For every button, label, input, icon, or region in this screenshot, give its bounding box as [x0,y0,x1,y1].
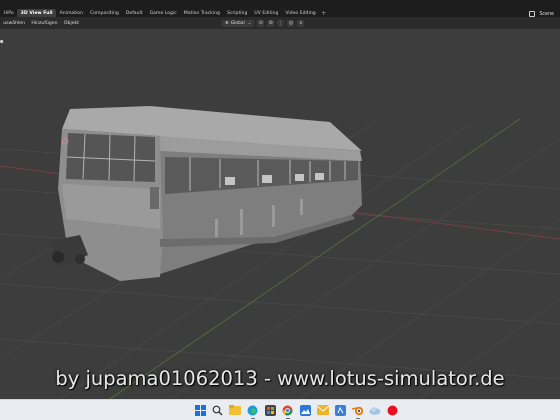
proportional-edit-icon[interactable]: ◎ [287,19,295,27]
windows-start-icon[interactable] [194,404,206,416]
chevron-down-icon: ⌄ [247,20,252,26]
file-explorer-icon[interactable] [229,404,241,416]
photos-icon[interactable] [299,404,311,416]
cloud-icon[interactable] [369,404,381,416]
orientation-icon: ⊕ [225,20,229,26]
edge-icon[interactable] [247,404,259,419]
falloff-icon[interactable]: ∧ [297,19,305,27]
transform-controls: ⊕ Global ⌄ ⊙ ⊘ ⋮ ◎ ∧ [222,19,305,27]
watermark-text: by jupama01062013 - www.lotus-simulator.… [55,367,505,390]
transform-orientation-dropdown[interactable]: ⊕ Global ⌄ [222,19,255,27]
scene-label: Scene [539,11,554,17]
store-icon[interactable] [264,404,276,416]
tram-model[interactable] [50,106,362,281]
red-app-icon[interactable] [387,404,399,416]
pivot-icon[interactable]: ⊙ [257,19,265,27]
windows-taskbar [0,399,560,420]
blender-icon[interactable] [351,404,364,419]
viewport-menu: uswählen Hinzufügen Objekt [0,17,82,29]
menu-object[interactable]: Objekt [61,21,82,26]
orientation-label: Global [230,20,245,26]
3d-viewport[interactable] [0,29,560,399]
chrome-icon[interactable] [282,404,294,419]
search-icon[interactable] [212,404,224,416]
menu-add[interactable]: Hinzufügen [28,21,61,26]
taskbar-icons [194,403,399,419]
settings-app-icon[interactable] [334,404,346,416]
snap-target-icon[interactable]: ⋮ [277,19,285,27]
mail-icon[interactable] [316,404,329,416]
snap-icon[interactable]: ⊘ [267,19,275,27]
viewport-header: uswählen Hinzufügen Objekt ⊕ Global ⌄ ⊙ … [0,17,560,29]
menu-select[interactable]: uswählen [0,21,28,26]
